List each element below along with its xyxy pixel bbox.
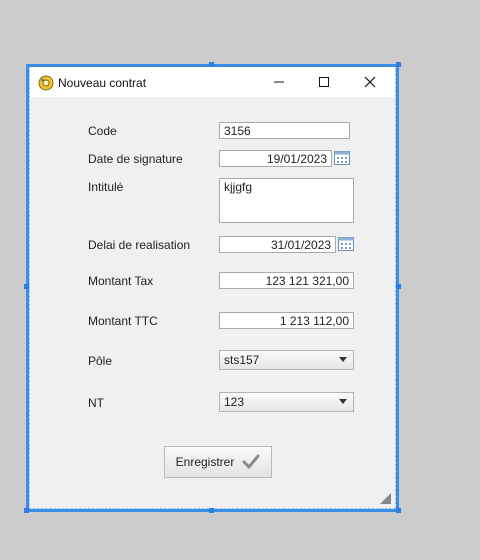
montant-tax-label: Montant Tax [88,274,154,288]
checkmark-icon [242,454,260,469]
minimize-button[interactable] [266,72,292,92]
nt-label: NT [88,396,104,410]
close-icon [364,76,376,88]
maximize-icon [319,77,329,87]
resize-handle-bottom-left[interactable] [24,508,29,513]
intitule-textarea[interactable]: kjjgfg [219,178,354,223]
resize-handle-top-right[interactable] [396,62,401,67]
save-button-label: Enregistrer [175,455,235,469]
pole-select[interactable]: sts157 [219,350,354,370]
minimize-icon [274,81,284,83]
window-title: Nouveau contrat [58,76,147,90]
chevron-down-icon [339,357,347,362]
delai-label: Delai de realisation [88,238,191,252]
close-button[interactable] [357,72,383,92]
maximize-button[interactable] [311,72,337,92]
resize-grip[interactable] [380,493,391,504]
gear-icon [38,75,54,91]
calendar-icon[interactable] [334,151,350,165]
dialog-window: Nouveau contrat Code 3156 Date de signat… [30,67,395,508]
code-label: Code [88,124,117,138]
pole-select-value: sts157 [224,353,260,367]
code-field[interactable]: 3156 [219,122,350,139]
montant-ttc-field[interactable]: 1 213 112,00 [219,312,354,329]
resize-handle-left[interactable] [24,284,29,289]
title-bar[interactable]: Nouveau contrat [30,67,395,97]
chevron-down-icon [339,399,347,404]
date-signature-label: Date de signature [88,152,183,166]
delai-field[interactable]: 31/01/2023 [219,236,336,253]
pole-label: Pôle [88,354,113,368]
resize-handle-bottom-right[interactable] [396,508,401,513]
resize-handle-right[interactable] [396,284,401,289]
calendar-icon[interactable] [338,237,354,251]
intitule-label: Intitulé [88,180,124,194]
montant-tax-field[interactable]: 123 121 321,00 [219,272,354,289]
resize-handle-bottom[interactable] [209,508,214,513]
save-button[interactable]: Enregistrer [164,446,272,478]
nt-select[interactable]: 123 [219,392,354,412]
montant-ttc-label: Montant TTC [88,314,158,328]
date-signature-field[interactable]: 19/01/2023 [219,150,332,167]
nt-select-value: 123 [224,395,245,409]
